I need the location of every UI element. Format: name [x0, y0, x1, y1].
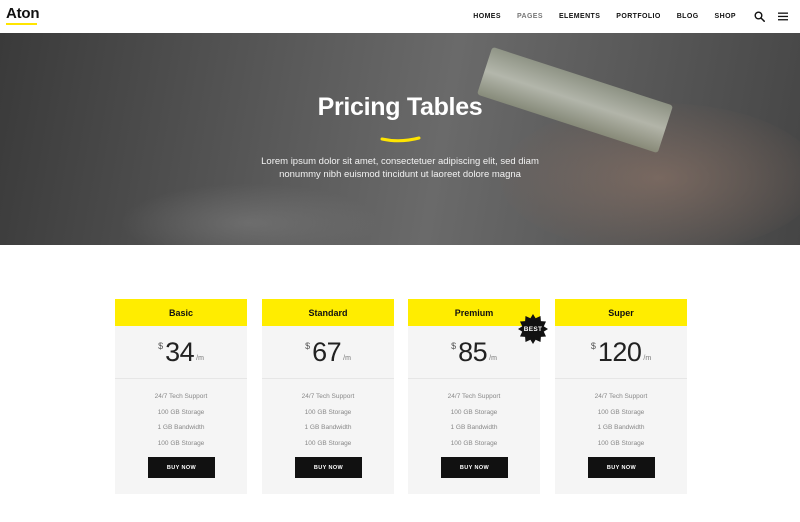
- menu-icon[interactable]: [776, 10, 790, 24]
- plan-price: $ 85 /m: [408, 326, 540, 379]
- pricing-card-premium: Premium BEST $ 85 /m 24/7 Tech Support 1…: [408, 299, 548, 494]
- price-period: /m: [489, 355, 497, 362]
- feature-item: 100 GB Storage: [157, 408, 205, 416]
- buy-now-button[interactable]: BUY NOW: [295, 457, 362, 478]
- main-nav: HOMES PAGES ELEMENTS PORTFOLIO BLOG SHOP: [473, 0, 800, 33]
- price-amount: 85: [458, 337, 488, 367]
- feature-item: 1 GB Bandwidth: [157, 424, 205, 431]
- feature-list: 24/7 Tech Support 100 GB Storage 1 GB Ba…: [408, 379, 540, 451]
- plan-name: Super: [555, 299, 687, 326]
- feature-item: 24/7 Tech Support: [594, 393, 648, 400]
- plan-price: $ 67 /m: [262, 326, 394, 379]
- hero-subtitle-line-1: Lorem ipsum dolor sit amet, consectetuer…: [261, 156, 539, 167]
- search-icon[interactable]: [752, 10, 766, 24]
- buy-now-button[interactable]: BUY NOW: [588, 457, 655, 478]
- price-amount: 120: [597, 337, 642, 367]
- pricing-card-standard: Standard $ 67 /m 24/7 Tech Support 100 G…: [262, 299, 394, 494]
- nav-item-portfolio[interactable]: PORTFOLIO: [616, 13, 660, 20]
- pricing-card-super: Super $ 120 /m 24/7 Tech Support 100 GB …: [555, 299, 687, 494]
- plan-price: $ 120 /m: [555, 326, 687, 379]
- logo-text: Aton: [6, 5, 40, 22]
- price-period: /m: [343, 355, 351, 362]
- buy-now-button[interactable]: BUY NOW: [148, 457, 215, 478]
- nav-item-homes[interactable]: HOMES: [473, 13, 501, 20]
- feature-item: 1 GB Bandwidth: [597, 424, 645, 431]
- currency-symbol: $: [158, 341, 164, 351]
- feature-list: 24/7 Tech Support 100 GB Storage 1 GB Ba…: [115, 379, 247, 451]
- feature-item: 24/7 Tech Support: [154, 393, 208, 400]
- currency-symbol: $: [451, 341, 457, 351]
- buy-now-button[interactable]: BUY NOW: [441, 457, 508, 478]
- hero-subtitle: Lorem ipsum dolor sit amet, consectetuer…: [0, 155, 800, 181]
- feature-item: 100 GB Storage: [450, 408, 498, 416]
- nav-item-shop[interactable]: SHOP: [715, 13, 736, 20]
- pricing-tables: Basic $ 34 /m 24/7 Tech Support 100 GB S…: [115, 299, 687, 494]
- feature-item: 100 GB Storage: [597, 408, 645, 416]
- feature-list: 24/7 Tech Support 100 GB Storage 1 GB Ba…: [262, 379, 394, 451]
- feature-item: 1 GB Bandwidth: [450, 424, 498, 431]
- logo[interactable]: Aton: [6, 5, 40, 25]
- plan-name: Basic: [115, 299, 247, 326]
- feature-item: 100 GB Storage: [157, 439, 205, 447]
- logo-underline: [6, 23, 37, 25]
- price-period: /m: [643, 355, 652, 362]
- feature-item: 100 GB Storage: [304, 408, 352, 416]
- pricing-card-basic: Basic $ 34 /m 24/7 Tech Support 100 GB S…: [115, 299, 247, 494]
- page-title: Pricing Tables: [317, 93, 483, 121]
- plan-price: $ 34 /m: [115, 326, 247, 379]
- price-amount: 67: [312, 337, 342, 367]
- nav-item-blog[interactable]: BLOG: [677, 13, 699, 20]
- feature-item: 100 GB Storage: [597, 439, 645, 447]
- feature-list: 24/7 Tech Support 100 GB Storage 1 GB Ba…: [555, 379, 687, 451]
- plan-name: Standard: [262, 299, 394, 326]
- hero-banner: Pricing Tables Lorem ipsum dolor sit ame…: [0, 33, 800, 245]
- hero-background-shape: [120, 183, 380, 245]
- feature-item: 100 GB Storage: [304, 439, 352, 447]
- nav-item-elements[interactable]: ELEMENTS: [559, 13, 600, 20]
- price-period: /m: [196, 355, 204, 362]
- hero-subtitle-line-2: nonummy nibh euismod tincidunt ut laoree…: [279, 169, 521, 180]
- title-underline-squiggle: [380, 136, 421, 143]
- price-amount: 34: [165, 337, 195, 367]
- nav-item-pages[interactable]: PAGES: [517, 13, 543, 20]
- feature-item: 24/7 Tech Support: [301, 393, 355, 400]
- currency-symbol: $: [305, 341, 311, 351]
- feature-item: 24/7 Tech Support: [447, 393, 501, 400]
- feature-item: 1 GB Bandwidth: [304, 424, 352, 431]
- site-header: Aton HOMES PAGES ELEMENTS PORTFOLIO BLOG…: [0, 0, 800, 33]
- currency-symbol: $: [590, 341, 596, 351]
- feature-item: 100 GB Storage: [450, 439, 498, 447]
